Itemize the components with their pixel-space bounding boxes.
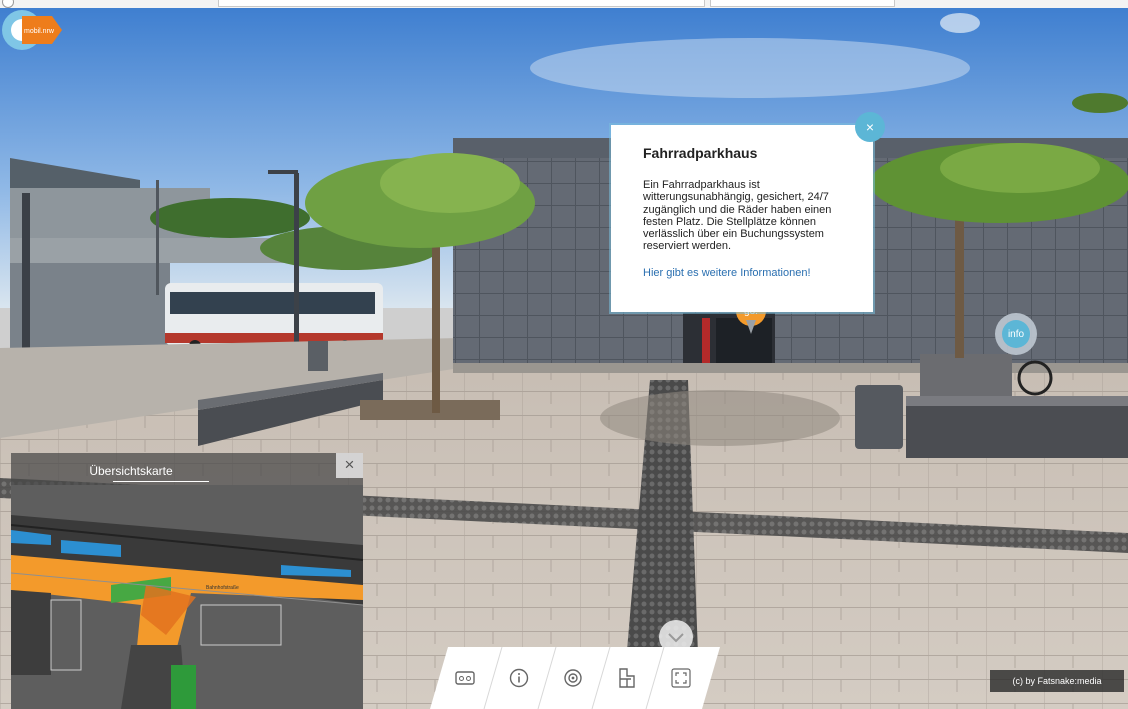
fullscreen-button[interactable] (654, 647, 708, 709)
pin-pointer (746, 320, 756, 334)
floorplan-button[interactable] (600, 647, 654, 709)
overview-map-graphic[interactable]: Bahnhofstraße (11, 485, 363, 709)
browser-button[interactable] (2, 0, 14, 8)
address-bar[interactable] (218, 0, 705, 7)
popup-close-button[interactable]: × (855, 112, 885, 142)
popup-title: Fahrradparkhaus (643, 145, 758, 161)
overview-map-panel: Übersichtskarte × Bahnhofstraße (11, 453, 363, 709)
info-icon (509, 668, 529, 688)
copyright-credit: (c) by Fatsnake:media (990, 670, 1124, 692)
vr-mode-button[interactable] (438, 647, 492, 709)
overview-map-close-button[interactable]: × (336, 453, 363, 478)
popup-more-info-link[interactable]: Hier gibt es weitere Informationen! (643, 267, 841, 279)
fullscreen-icon (671, 668, 691, 688)
info-popup: Fahrradparkhaus Ein Fahrradparkhaus ist … (611, 125, 873, 312)
floorplan-icon (619, 668, 635, 688)
mobil-nrw-logo[interactable]: mobil.nrw (0, 8, 64, 52)
popup-body: Ein Fahrradparkhaus ist witterungsunabhä… (643, 179, 832, 253)
overview-map-title-underline (113, 481, 209, 482)
bottom-toolbar (430, 647, 720, 709)
hotspot-icon (564, 669, 582, 687)
overview-map[interactable]: Bahnhofstraße (11, 485, 363, 709)
info-hotspot[interactable]: info (995, 313, 1037, 355)
browser-search-bar[interactable] (710, 0, 895, 7)
map-street-label: Bahnhofstraße (206, 585, 239, 591)
logo-text: mobil.nrw (24, 28, 55, 35)
info-hotspot-label: info (1002, 320, 1030, 348)
vr-mode-icon (455, 671, 475, 685)
info-hotspot-ring: info (995, 313, 1037, 355)
overview-map-title: Übersichtskarte (89, 464, 173, 478)
info-button[interactable] (492, 647, 546, 709)
hotspots-button[interactable] (546, 647, 600, 709)
overview-map-header: Übersichtskarte × (11, 453, 363, 485)
